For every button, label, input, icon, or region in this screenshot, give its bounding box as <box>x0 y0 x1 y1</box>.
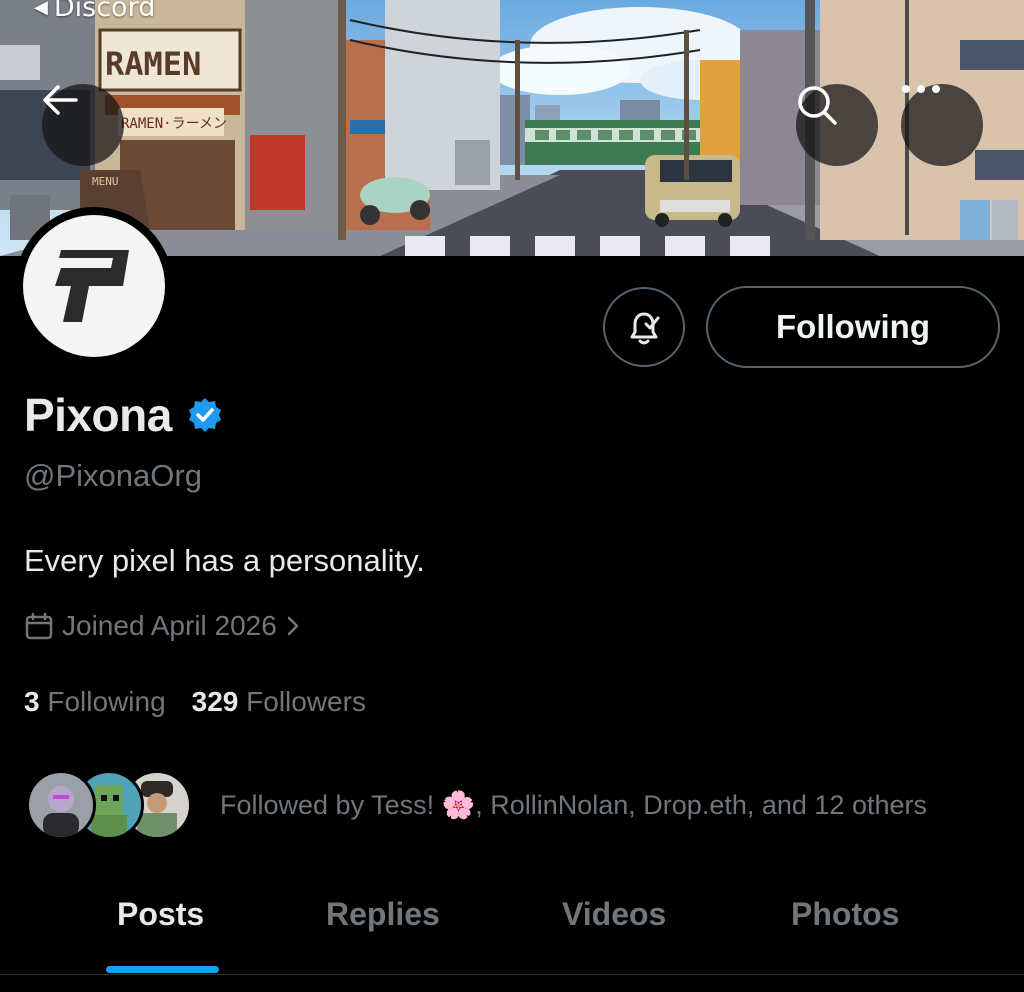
following-label: Following <box>47 686 166 717</box>
ramen-sub-sign-text: RAMEN·ラーメン <box>121 116 227 132</box>
joined-date[interactable]: Joined April 2026 <box>24 610 301 642</box>
arrow-left-icon <box>43 85 78 115</box>
back-button[interactable] <box>42 84 124 166</box>
followed-by-row[interactable]: Followed by Tess! 🌸, RollinNolan, Drop.e… <box>26 770 927 840</box>
back-triangle-icon: ◀ <box>34 0 48 18</box>
active-tab-indicator <box>106 966 219 973</box>
tab-photos[interactable]: Photos <box>791 896 899 933</box>
pixona-logo-icon <box>55 250 129 322</box>
following-count-link[interactable]: 3 Following <box>24 686 166 718</box>
follow-stats: 3 Following 329 Followers <box>24 686 366 718</box>
tab-videos[interactable]: Videos <box>562 896 666 933</box>
calendar-icon <box>25 612 53 640</box>
display-name: Pixona <box>24 389 172 441</box>
profile-tabs: Posts Replies Videos Photos <box>0 880 1024 975</box>
profile-name-row: Pixona <box>24 388 224 442</box>
verified-badge-icon[interactable] <box>186 396 224 434</box>
profile-bio: Every pixel has a personality. <box>24 543 425 578</box>
notifications-button[interactable] <box>603 287 685 367</box>
tab-posts[interactable]: Posts <box>117 896 204 933</box>
bell-check-icon <box>630 312 660 345</box>
follower-avatar <box>26 770 96 840</box>
following-count: 3 <box>24 686 40 717</box>
following-button[interactable]: Following <box>706 286 1000 368</box>
search-icon <box>798 86 837 125</box>
chevron-right-icon <box>287 616 299 636</box>
followers-label: Followers <box>246 686 366 717</box>
profile-avatar[interactable] <box>15 207 173 365</box>
tab-replies[interactable]: Replies <box>326 896 440 933</box>
ramen-sign-text: RAMEN <box>105 45 201 83</box>
svg-text:MENU: MENU <box>92 175 119 188</box>
followers-count-link[interactable]: 329 Followers <box>192 686 366 718</box>
more-options-button[interactable] <box>901 84 983 166</box>
profile-banner: RAMEN RAMEN·ラーメン MENU ◀ Discord <box>0 0 1024 256</box>
followed-by-text: Followed by Tess! 🌸, RollinNolan, Drop.e… <box>220 790 927 820</box>
profile-handle: @PixonaOrg <box>24 458 202 493</box>
followers-count: 329 <box>191 686 239 717</box>
more-dots-icon <box>902 85 940 93</box>
search-button[interactable] <box>796 84 878 166</box>
back-to-app-link[interactable]: ◀ Discord <box>34 0 155 23</box>
joined-text: Joined April 2026 <box>62 610 277 641</box>
avatar-image <box>23 215 165 357</box>
back-app-label: Discord <box>53 0 156 23</box>
